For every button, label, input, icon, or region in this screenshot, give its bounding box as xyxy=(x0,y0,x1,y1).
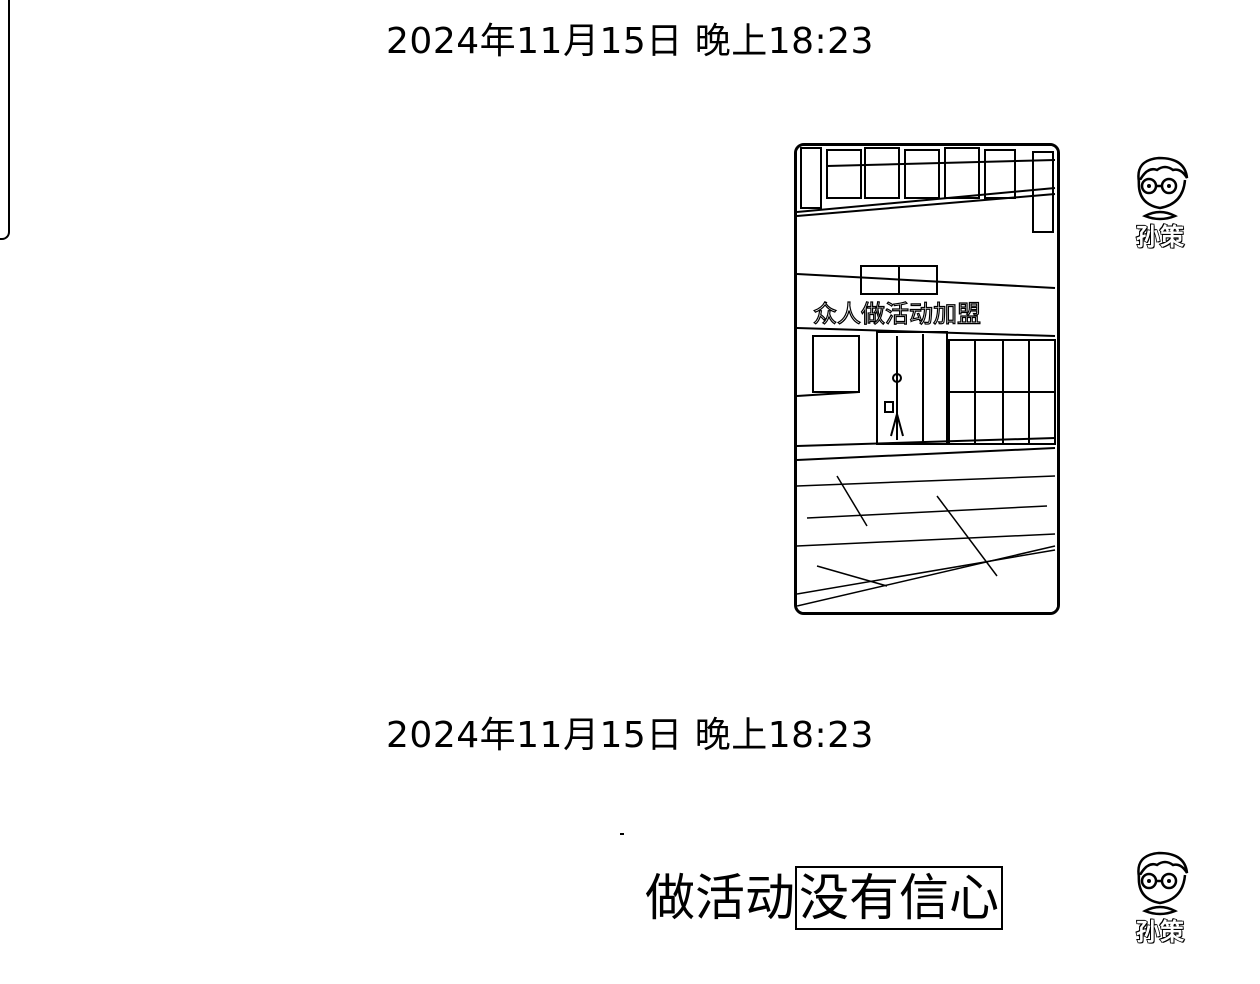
text-message-bubble[interactable]: 做活动没有信心 xyxy=(645,866,1003,930)
message-timestamp: 2024年11月15日 晚上18:23 xyxy=(386,21,874,62)
store-sign-text: 众人做活动加盟 xyxy=(813,300,981,328)
message-timestamp: 2024年11月15日 晚上18:23 xyxy=(386,715,874,756)
storefront-photo: 众人做活动加盟 xyxy=(797,146,1057,612)
avatar-name-label: 孙策 xyxy=(1135,917,1185,947)
sender-avatar[interactable]: 孙策 xyxy=(1125,152,1195,262)
artifact-speck xyxy=(620,833,624,835)
avatar-name-label: 孙策 xyxy=(1135,222,1185,252)
cartoon-boy-glasses-icon xyxy=(1137,156,1189,221)
sender-avatar[interactable]: 孙策 xyxy=(1125,847,1195,957)
message-text-highlighted[interactable]: 没有信心 xyxy=(795,866,1003,930)
message-text-plain: 做活动 xyxy=(645,869,795,927)
image-message-bubble[interactable]: 众人做活动加盟 xyxy=(794,143,1060,615)
cartoon-boy-glasses-icon xyxy=(1137,851,1189,916)
